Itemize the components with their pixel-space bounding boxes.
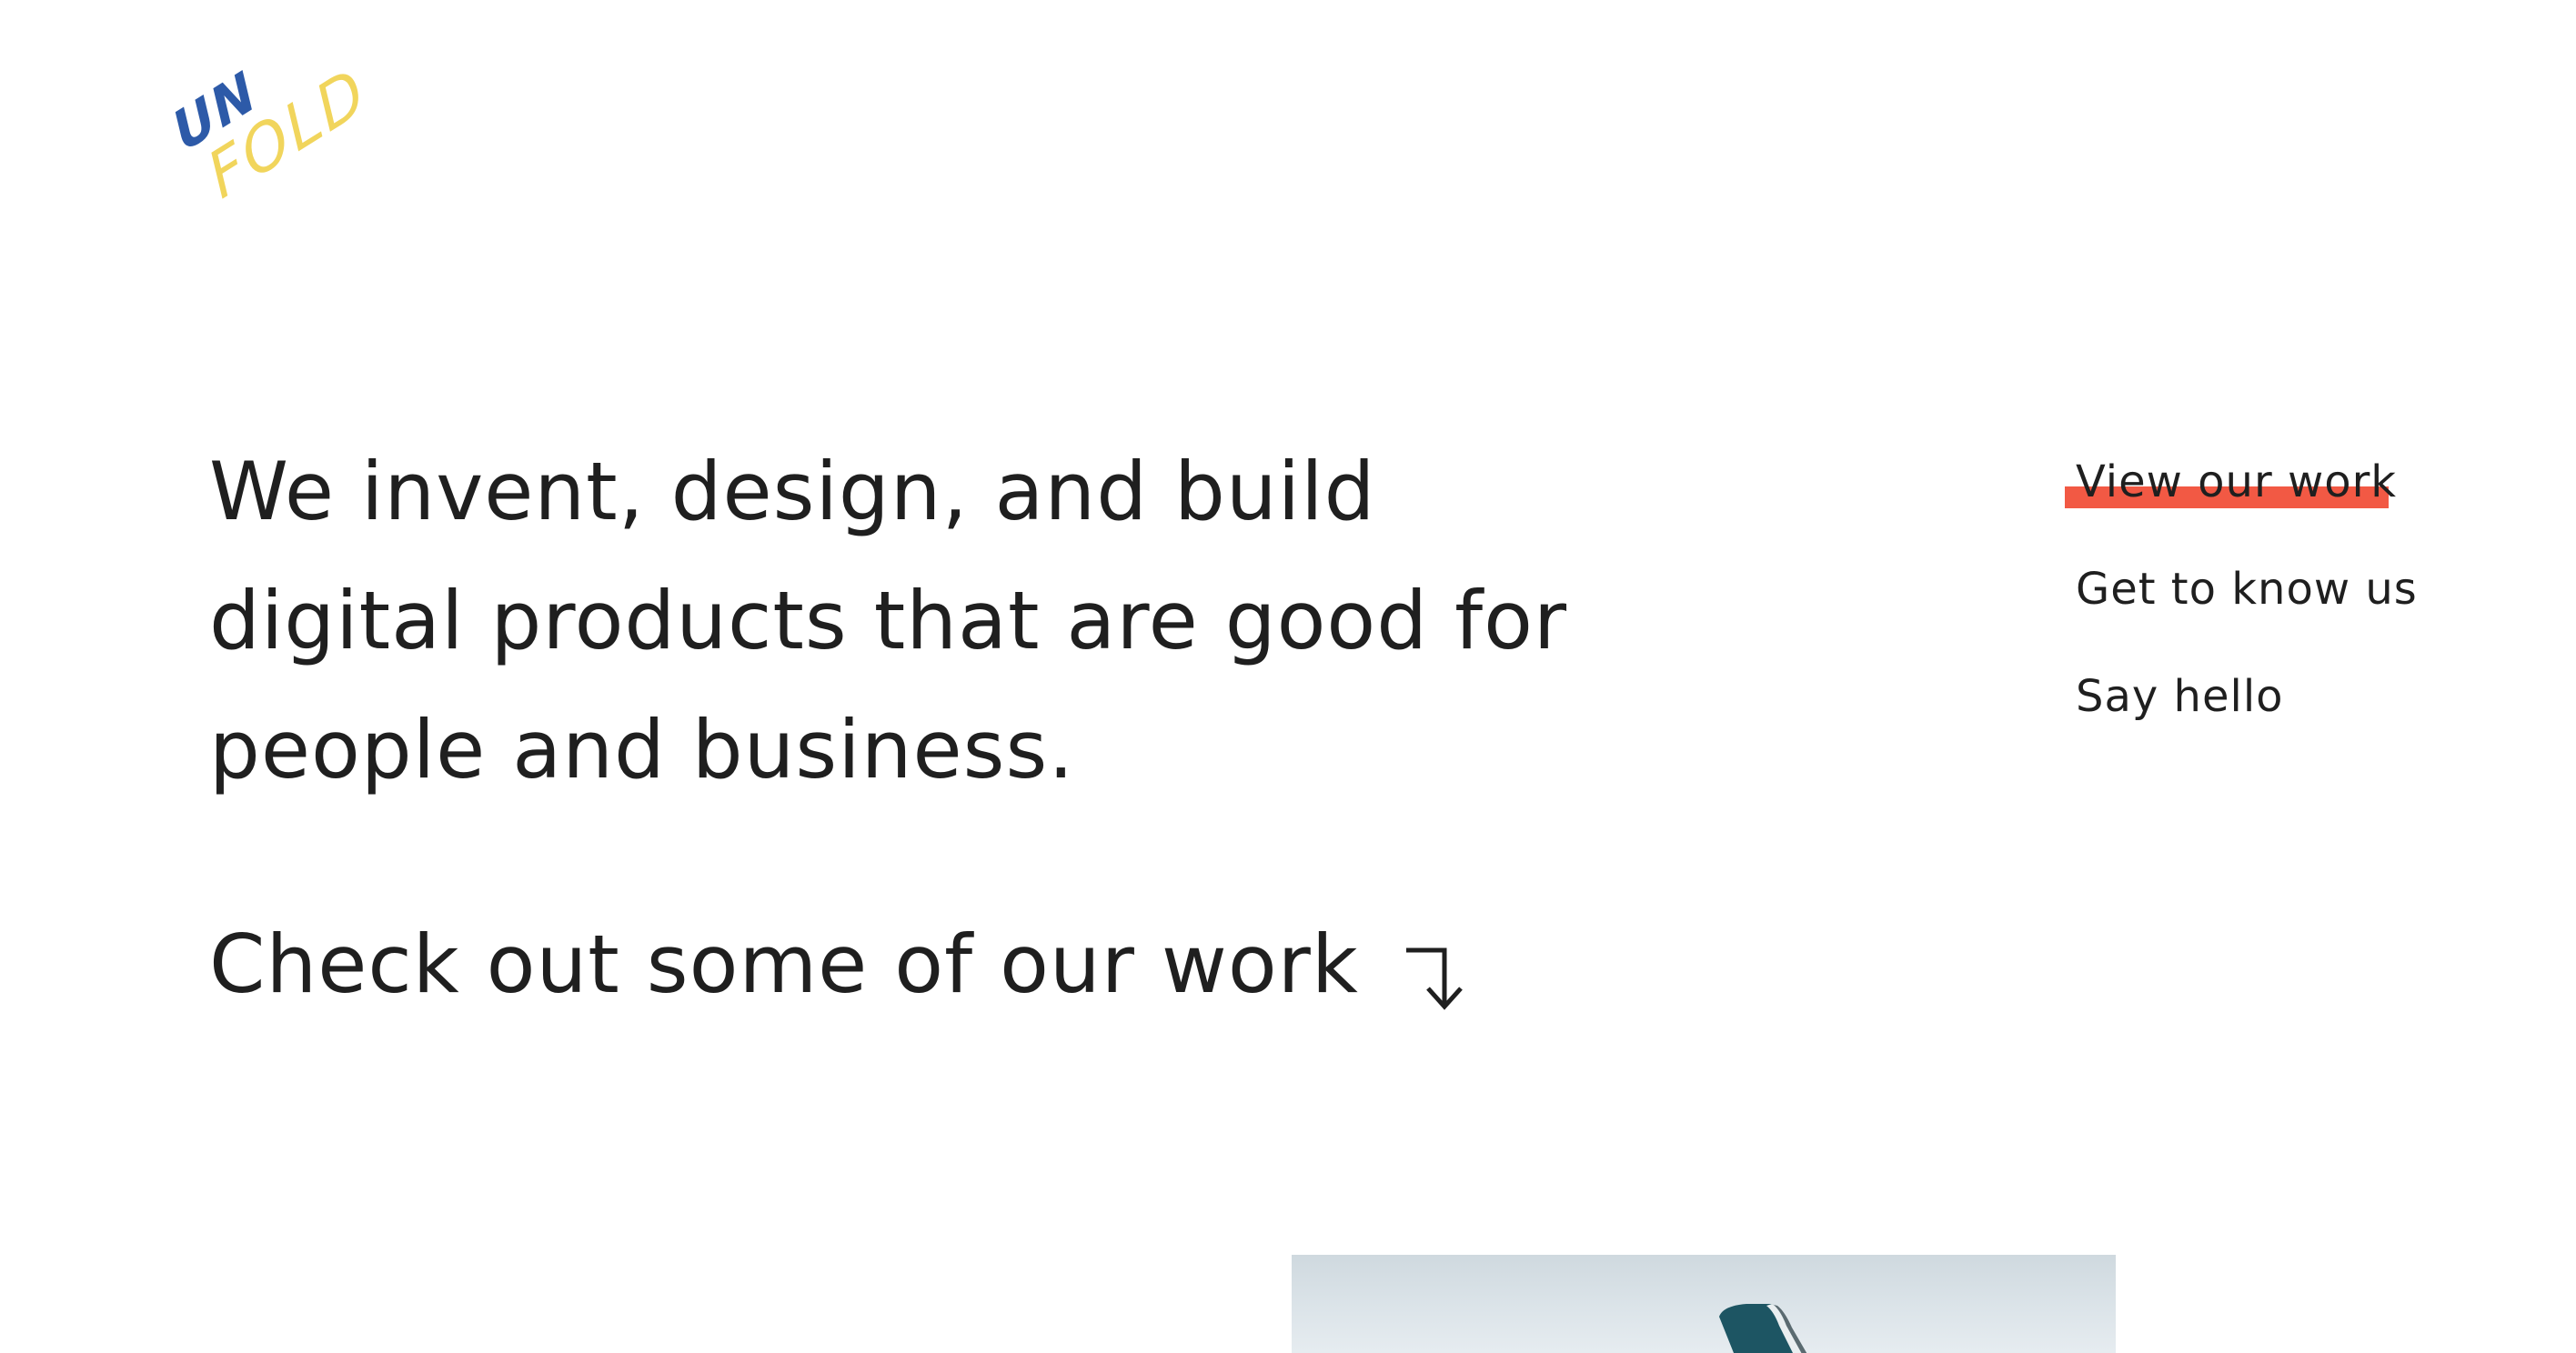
- arrow-down-right-icon: [1405, 947, 1463, 1010]
- nav-item-label: Say hello: [2076, 671, 2284, 722]
- nav-item-label: View our work: [2076, 456, 2398, 507]
- logo[interactable]: UN FOLD: [160, 54, 377, 214]
- nav-item-get-to-know-us[interactable]: Get to know us: [2076, 562, 2485, 616]
- nav-item-view-our-work[interactable]: View our work: [2065, 455, 2485, 509]
- main-nav: View our work Get to know us Say hello: [2065, 455, 2485, 777]
- hero-line-3: people and business.: [209, 703, 1075, 797]
- airplane-tail-image: [1719, 1304, 1807, 1353]
- cta-label: Check out some of our work: [209, 917, 1359, 1011]
- check-out-work-link[interactable]: Check out some of our work: [209, 915, 1475, 1015]
- featured-work-image[interactable]: [1292, 1255, 2116, 1353]
- hero-line-2: digital products that are good for: [209, 574, 1568, 667]
- nav-item-say-hello[interactable]: Say hello: [2076, 669, 2485, 724]
- nav-item-label: Get to know us: [2076, 564, 2418, 615]
- hero-headline: We invent, design, and build digital pro…: [209, 427, 1665, 815]
- hero-line-1: We invent, design, and build: [209, 445, 1376, 538]
